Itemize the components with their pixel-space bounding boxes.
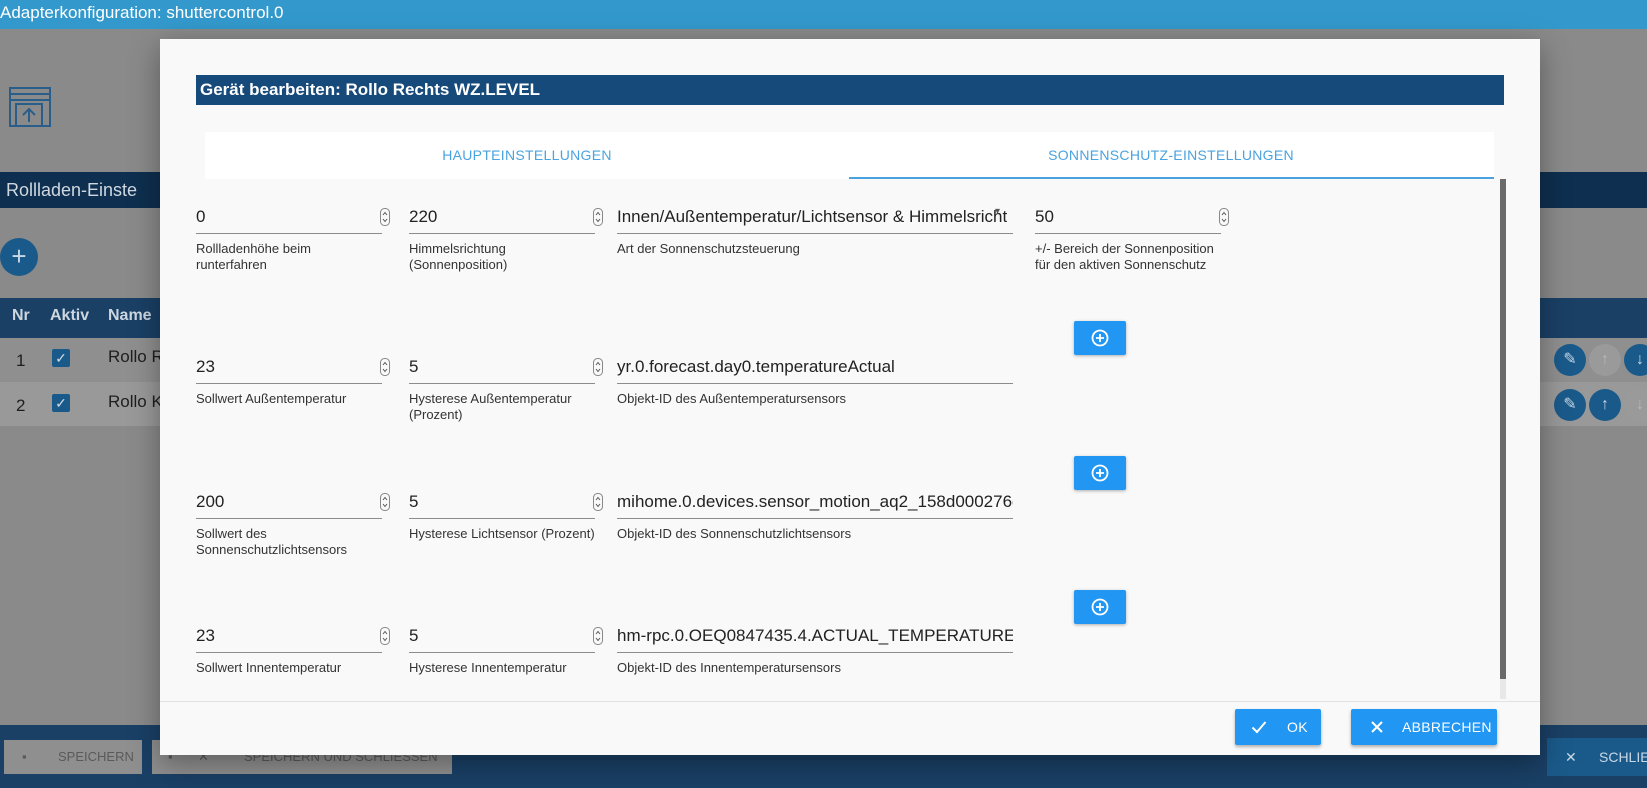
direction-label: Himmelsrichtung (Sonnenposition) [409,241,508,272]
tab-bar: HAUPTEINSTELLUNGEN SONNENSCHUTZ-EINSTELL… [205,132,1494,179]
inside-temp-sensor-id-input[interactable]: hm-rpc.0.OEQ0847435.4.ACTUAL_TEMPERATURE [617,626,1013,646]
row-nr: 2 [16,396,26,415]
dropdown-arrow-icon[interactable]: ▾ [995,206,1000,217]
input-underline [196,383,382,384]
spinner-icon[interactable] [380,208,390,226]
input-underline [196,652,382,653]
spinner-icon[interactable] [593,208,603,226]
add-circle-icon [1091,598,1109,616]
light-sensor-setpoint-label: Sollwert des Sonnenschutzlichtsensors [196,526,348,557]
save-button[interactable]: ▪ SPEICHERN [4,740,142,774]
check-icon [1251,721,1267,734]
add-device-button[interactable]: + [0,238,38,276]
sun-range-input[interactable]: 50 [1035,207,1205,227]
spinner-icon[interactable] [380,358,390,376]
input-underline [617,383,1013,384]
shutter-logo-icon [8,86,54,134]
direction-input[interactable]: 220 [409,207,579,227]
light-sensor-hysteresis-label: Hysterese Lichtsensor (Prozent) [409,526,595,541]
window-title: Adapterkonfiguration: shuttercontrol.0 [0,3,284,22]
ok-button[interactable]: OK [1235,709,1321,745]
sun-protection-type-select[interactable]: Innen/Außentemperatur/Lichtsensor & Himm… [617,207,1007,227]
inside-temp-setpoint-input[interactable]: 23 [196,626,366,646]
section-header-title: Rollladen-Einste [6,180,138,200]
save-button-label: SPEICHERN [58,749,134,764]
sun-range-label: +/- Bereich der Sonnenposition für den a… [1035,241,1214,272]
input-underline [617,652,1013,653]
save-icon: ▪ [22,749,27,764]
cancel-button[interactable]: ABBRECHEN [1351,709,1497,745]
light-sensor-hysteresis-input[interactable]: 5 [409,492,579,512]
spinner-icon[interactable] [1219,208,1229,226]
blind-height-input[interactable]: 0 [196,207,366,227]
row-nr: 1 [16,351,26,370]
sun-protection-type-label: Art der Sonnenschutzsteuerung [617,241,800,256]
spinner-icon[interactable] [380,493,390,511]
outside-temp-hysteresis-input[interactable]: 5 [409,357,579,377]
input-underline [409,233,595,234]
column-header-nr: Nr [12,307,30,324]
close-icon: ✕ [1565,749,1577,765]
scrollbar-thumb[interactable] [1500,179,1506,679]
outside-temp-setpoint-input[interactable]: 23 [196,357,366,377]
input-underline [196,233,382,234]
outside-temp-sensor-id-input[interactable]: yr.0.forecast.day0.temperatureActual [617,357,1013,377]
input-underline [409,383,595,384]
input-underline [617,518,1013,519]
select-light-sensor-button[interactable] [1074,456,1126,490]
active-tab-indicator [849,177,1494,179]
input-underline [617,233,1013,234]
dialog-title: Gerät bearbeiten: Rollo Rechts WZ.LEVEL [200,80,541,99]
inside-temp-sensor-id-label: Objekt-ID des Innentemperatursensors [617,660,841,675]
row-active-checkbox[interactable]: ✓ [52,349,70,367]
input-underline [409,518,595,519]
select-outside-temp-sensor-button[interactable] [1074,321,1126,355]
inside-temp-setpoint-label: Sollwert Innentemperatur [196,660,342,675]
column-header-aktiv: Aktiv [50,307,90,324]
input-underline [196,518,382,519]
add-circle-icon [1091,329,1109,347]
row-move-up-button[interactable]: ↑ [1589,389,1621,421]
row-name: Rollo R [108,347,164,366]
cancel-button-label: ABBRECHEN [1402,719,1492,735]
row-edit-button[interactable]: ✎ [1554,389,1586,421]
spinner-icon[interactable] [593,627,603,645]
select-inside-temp-sensor-button[interactable] [1074,590,1126,624]
row-edit-button[interactable]: ✎ [1554,344,1586,376]
dialog-footer [160,701,1540,755]
row-name: Rollo K [108,392,163,411]
outside-temp-hysteresis-label: Hysterese Außentemperatur (Prozent) [409,391,572,422]
inside-temp-hysteresis-input[interactable]: 5 [409,626,579,646]
outside-temp-setpoint-label: Sollwert Außentemperatur [196,391,347,406]
input-underline [1035,233,1221,234]
close-button[interactable]: ✕ SCHLIE [1547,738,1647,776]
tab-sonnenschutz-einstellungen[interactable]: SONNENSCHUTZ-EINSTELLUNGEN [849,132,1493,179]
row-move-up-button[interactable]: ↑ [1589,344,1621,376]
row-active-checkbox[interactable]: ✓ [52,394,70,412]
light-sensor-id-input[interactable]: mihome.0.devices.sensor_motion_aq2_158d0… [617,492,1013,512]
close-icon [1371,721,1383,733]
spinner-icon[interactable] [380,627,390,645]
close-button-label: SCHLIE [1599,749,1647,765]
blind-height-label: Rollladenhöhe beim runterfahren [196,241,311,272]
add-circle-icon [1091,464,1109,482]
spinner-icon[interactable] [593,358,603,376]
ok-button-label: OK [1287,719,1308,735]
light-sensor-id-label: Objekt-ID des Sonnenschutzlichtsensors [617,526,852,541]
inside-temp-hysteresis-label: Hysterese Innentemperatur [409,660,567,675]
column-header-name: Name [108,307,152,324]
outside-temp-sensor-id-label: Objekt-ID des Außentemperatursensors [617,391,847,406]
edit-device-dialog: Gerät bearbeiten: Rollo Rechts WZ.LEVEL … [160,39,1540,755]
spinner-icon[interactable] [593,493,603,511]
tab-haupteinstellungen[interactable]: HAUPTEINSTELLUNGEN [205,132,849,179]
light-sensor-setpoint-input[interactable]: 200 [196,492,366,512]
input-underline [409,652,595,653]
